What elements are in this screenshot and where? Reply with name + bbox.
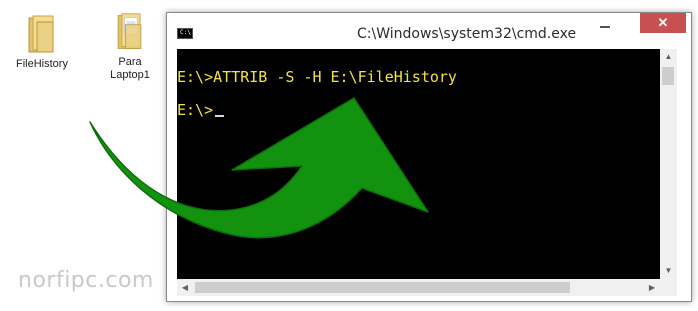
desktop-icon-label: FileHistory [16,58,68,70]
vertical-scrollbar[interactable]: ▲ ▼ [660,49,677,279]
console-line: E:\>ATTRIB -S -H E:\FileHistory [177,68,457,86]
desktop-icon-para-laptop1[interactable]: Para Laptop1 [95,12,165,82]
text-cursor [215,115,225,117]
console-prompt: E:\> [177,101,214,119]
cmd-app-icon[interactable]: C:\ [177,28,193,39]
folder-icon [28,15,54,53]
scroll-up-arrow-icon[interactable]: ▲ [660,49,677,65]
horizontal-scroll-thumb[interactable] [195,282,570,293]
scroll-right-arrow-icon[interactable]: ▶ [644,279,660,296]
scroll-left-arrow-icon[interactable]: ◀ [177,279,193,296]
watermark: norfipc.com [18,268,154,293]
app-icon-text: C:\ [180,29,191,36]
window-title: C:\Windows\system32\cmd.exe [357,26,577,42]
close-button[interactable]: ✕ [640,13,686,33]
console-prompt-line: E:\> [177,101,225,119]
horizontal-scrollbar[interactable]: ◀ ▶ [177,279,660,296]
scroll-down-arrow-icon[interactable]: ▼ [660,263,677,279]
scrollbar-corner [660,279,677,296]
vertical-scroll-thumb[interactable] [662,67,674,85]
title-bar[interactable]: C:\ C:\Windows\system32\cmd.exe ✕ [167,13,691,44]
desktop-icon-filehistory[interactable]: FileHistory [7,14,77,71]
console-area[interactable]: E:\>ATTRIB -S -H E:\FileHistory E:\> [177,49,660,279]
minimize-button[interactable] [592,13,618,33]
desktop-icon-label: Para Laptop1 [110,56,150,81]
folder-icon [117,13,142,49]
cmd-window: C:\ C:\Windows\system32\cmd.exe ✕ E:\>AT… [166,12,692,302]
